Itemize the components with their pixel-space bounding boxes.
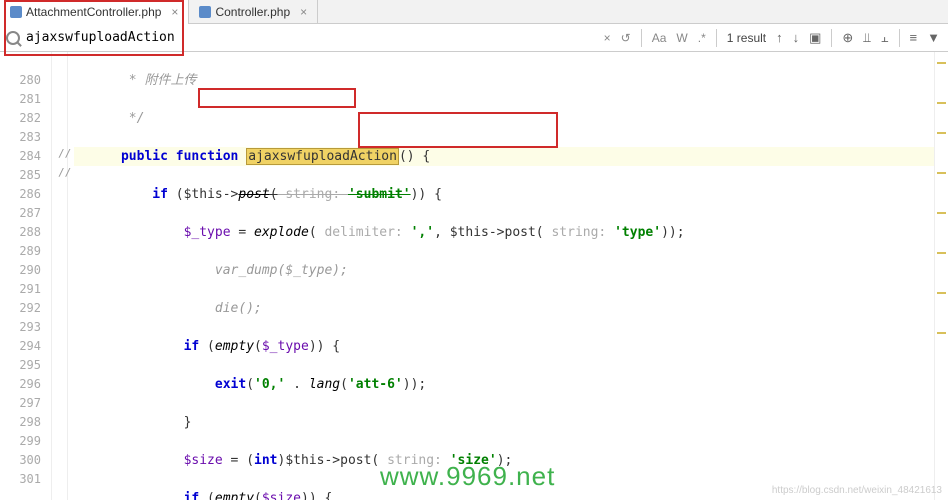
- find-bar: × ↺ Aa W .* 1 result ↑ ↓ ▣ ⊕ ⫫ ⫠ ≡ ▼: [0, 24, 948, 52]
- search-input[interactable]: [26, 30, 590, 45]
- history-icon[interactable]: ↺: [621, 31, 631, 45]
- prev-match-icon[interactable]: ↑: [776, 30, 783, 45]
- fold-column: [52, 52, 68, 500]
- whole-word-toggle[interactable]: W: [676, 31, 687, 45]
- match-case-toggle[interactable]: Aa: [652, 31, 667, 45]
- code-area[interactable]: * 附件上传 */ public function ajaxswfuploadA…: [68, 52, 934, 500]
- result-count: 1 result: [727, 31, 766, 45]
- php-icon: [199, 6, 211, 18]
- editor: 2802812822832842852862872882892902912922…: [0, 52, 948, 500]
- next-match-icon[interactable]: ↓: [793, 30, 800, 45]
- tab-controller[interactable]: Controller.php ×: [189, 0, 318, 24]
- php-icon: [10, 6, 22, 18]
- settings-icon[interactable]: ≡: [910, 30, 918, 45]
- editor-tabs: AttachmentController.php × Controller.ph…: [0, 0, 948, 24]
- clear-icon[interactable]: ×: [604, 31, 611, 45]
- toolbar-icon[interactable]: ⫠: [881, 30, 889, 46]
- minimap[interactable]: [934, 52, 948, 500]
- tab-label: AttachmentController.php: [26, 5, 161, 19]
- toolbar-icon[interactable]: ⫫: [863, 30, 870, 46]
- watermark: www.9969.net: [380, 461, 555, 492]
- search-icon: [6, 31, 20, 45]
- source-watermark: https://blog.csdn.net/weixin_48421613: [772, 485, 942, 496]
- annotation-box: [198, 88, 356, 108]
- filter-icon[interactable]: ▼: [927, 30, 940, 45]
- regex-toggle[interactable]: .*: [698, 31, 706, 45]
- line-gutter: 2802812822832842852862872882892902912922…: [0, 52, 52, 500]
- search-match: ajaxswfuploadAction: [246, 148, 399, 165]
- close-icon[interactable]: ×: [300, 5, 307, 19]
- tab-label: Controller.php: [215, 5, 290, 19]
- tab-attachment-controller[interactable]: AttachmentController.php ×: [0, 0, 189, 24]
- close-icon[interactable]: ×: [171, 5, 178, 19]
- add-selection-icon[interactable]: ⊕: [842, 30, 853, 46]
- select-all-icon[interactable]: ▣: [809, 30, 821, 46]
